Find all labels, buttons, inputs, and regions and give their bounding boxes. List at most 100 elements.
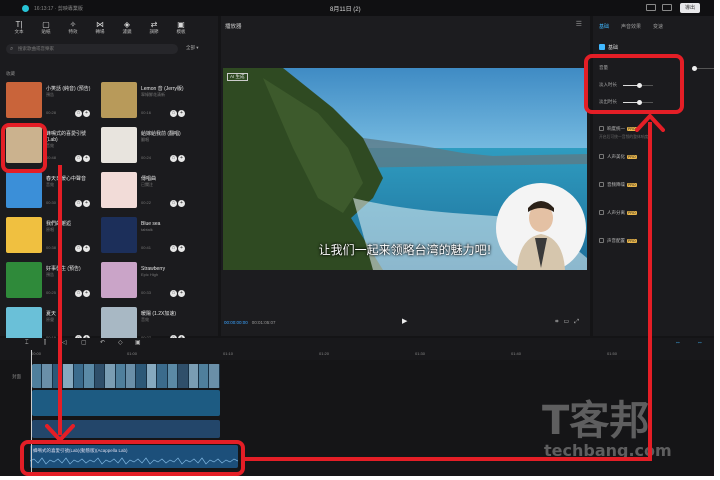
media-info: 好事發生 (預告) 預告 00:25 ☆ + bbox=[46, 266, 94, 297]
add-icon[interactable]: + bbox=[83, 200, 90, 207]
favorite-icon[interactable]: ☆ bbox=[75, 290, 82, 297]
split-icon[interactable]: ⫿ bbox=[44, 340, 46, 347]
delete-icon[interactable]: ▢ bbox=[81, 340, 87, 347]
basic-label: 基础 bbox=[608, 45, 619, 51]
add-icon[interactable]: + bbox=[178, 245, 185, 252]
media-info: 暖陽 (1.2X加速)音效00:27☆+ bbox=[141, 311, 189, 342]
tool-1[interactable]: ▢ 貼紙 bbox=[37, 20, 55, 35]
techbang-logo: T客邦 techbang.com bbox=[542, 398, 672, 460]
media-item[interactable]: Lemon 音 (Jerry版) 翠綠鮮花清新 00:16 ☆ + bbox=[101, 82, 191, 120]
option-row[interactable]: 响度统一 PRO bbox=[599, 126, 637, 132]
favorite-icon[interactable]: ☆ bbox=[170, 110, 177, 117]
tool-icon: ▢ bbox=[42, 19, 50, 29]
favorite-icon[interactable]: ☆ bbox=[75, 110, 82, 117]
checkbox-icon[interactable] bbox=[599, 238, 604, 243]
media-thumbnail bbox=[101, 217, 137, 253]
shield-icon[interactable]: ◇ bbox=[118, 340, 123, 347]
media-actions: ☆+ bbox=[169, 109, 185, 117]
media-item[interactable]: 傳唱曲 已關注 00:22 ☆ + bbox=[101, 172, 191, 210]
export-button[interactable]: 導出 bbox=[680, 3, 700, 13]
option-row[interactable]: 音频降噪 PRO bbox=[599, 182, 637, 188]
media-item[interactable]: 我們的邂逅原唱00:38☆+ bbox=[6, 217, 96, 255]
shortcut-icon[interactable] bbox=[662, 4, 672, 11]
add-icon[interactable]: + bbox=[178, 110, 185, 117]
menu-icon[interactable]: ☰ bbox=[576, 20, 582, 28]
media-item[interactable]: Blue sea tabtalk 00:41 ☆ + bbox=[101, 217, 191, 255]
search-input[interactable]: ⌕ 搜索歌曲或音樂家 bbox=[6, 44, 178, 54]
favorite-icon[interactable]: ☆ bbox=[75, 200, 82, 207]
option-row[interactable]: 人声美化 PRO bbox=[599, 154, 637, 160]
video-frame bbox=[178, 364, 189, 388]
add-icon[interactable]: + bbox=[83, 110, 90, 117]
add-icon[interactable]: + bbox=[83, 245, 90, 252]
add-icon[interactable]: + bbox=[178, 155, 185, 162]
tool-5[interactable]: ⇄ 調節 bbox=[145, 20, 163, 35]
media-info: 給嫁給我前 (翻唱) 翻唱 00:24 ☆ + bbox=[141, 131, 189, 162]
media-duration: 00:33 bbox=[141, 290, 152, 295]
tab-basic[interactable]: 基础 bbox=[599, 24, 609, 30]
image-icon[interactable]: ▣ bbox=[135, 340, 141, 347]
media-item[interactable]: 小笑話 (純音) (預告) 預告 00:28 ☆ + bbox=[6, 82, 96, 120]
add-icon[interactable]: + bbox=[178, 290, 185, 297]
snap-icon[interactable]: ⇔ bbox=[697, 340, 703, 347]
checkbox-icon[interactable] bbox=[599, 126, 604, 131]
favorite-icon[interactable]: ☆ bbox=[75, 245, 82, 252]
video-frame bbox=[136, 364, 147, 388]
arrow-line-up bbox=[648, 122, 652, 461]
landscape-image bbox=[223, 68, 587, 270]
ruler-tick: 01:50 bbox=[607, 351, 618, 356]
option-row[interactable]: 声音配置 PRO bbox=[599, 238, 637, 244]
media-duration: 00:25 bbox=[46, 290, 57, 295]
media-artist: 音效 bbox=[46, 182, 54, 187]
add-icon[interactable]: + bbox=[83, 290, 90, 297]
select-icon[interactable]: ⌶ bbox=[25, 340, 29, 347]
tool-6[interactable]: ▣ 模板 bbox=[172, 20, 190, 35]
play-button[interactable]: ▶ bbox=[402, 318, 407, 325]
tab-sound-effects[interactable]: 声音效果 bbox=[621, 24, 641, 30]
undo-icon[interactable]: ↶ bbox=[100, 340, 105, 347]
tool-2[interactable]: ✧ 特效 bbox=[64, 20, 82, 35]
media-item[interactable]: Strawberry Epic High 00:33 ☆ + bbox=[101, 262, 191, 300]
favorite-icon[interactable]: ☆ bbox=[170, 155, 177, 162]
filter-button[interactable]: 全部 ▾ bbox=[186, 45, 199, 51]
link-icon[interactable]: ⇔ bbox=[675, 340, 681, 347]
app-logo-icon bbox=[22, 4, 29, 12]
tool-0[interactable]: T| 文本 bbox=[10, 20, 28, 35]
tool-4[interactable]: ◈ 濾鏡 bbox=[118, 20, 136, 35]
filter-label: 全部 bbox=[186, 45, 195, 50]
checkbox-icon[interactable] bbox=[599, 210, 604, 215]
split-left-icon[interactable]: ◁ bbox=[62, 340, 67, 347]
media-item[interactable]: 給嫁給我前 (翻唱) 翻唱 00:24 ☆ + bbox=[101, 127, 191, 165]
option-row[interactable]: 人声分离 PRO bbox=[599, 210, 637, 216]
favorite-icon[interactable]: ☆ bbox=[75, 155, 82, 162]
media-thumbnail bbox=[6, 217, 42, 253]
crop-icon[interactable]: ⌗ bbox=[555, 319, 563, 325]
media-item[interactable]: 春天日暖心中聲音 音效 00:30 ☆ + bbox=[6, 172, 96, 210]
media-duration: 00:24 bbox=[141, 155, 152, 160]
layout-icon[interactable] bbox=[646, 4, 656, 11]
media-artist: 已關注 bbox=[141, 182, 153, 187]
add-icon[interactable]: + bbox=[83, 155, 90, 162]
media-actions: ☆+ bbox=[169, 289, 185, 297]
tab-speed[interactable]: 变速 bbox=[653, 24, 663, 30]
volume-slider[interactable] bbox=[691, 66, 714, 71]
media-panel: ⌕ 搜索歌曲或音樂家 全部 ▾ 收藏 小笑話 (純音) (預告) 預告 00:28 ☆… bbox=[0, 38, 218, 343]
volume-knob[interactable] bbox=[691, 66, 697, 71]
favorite-icon[interactable]: ☆ bbox=[170, 245, 177, 252]
property-tabs: 基础 声音效果 变速 bbox=[599, 23, 675, 30]
basic-toggle[interactable]: 基础 bbox=[599, 44, 618, 51]
add-icon[interactable]: + bbox=[178, 200, 185, 207]
media-thumbnail bbox=[6, 172, 42, 208]
ratio-icon[interactable]: ▭ bbox=[564, 319, 575, 325]
checkbox-icon[interactable] bbox=[599, 182, 604, 187]
cover-label[interactable]: 封面 bbox=[12, 374, 21, 380]
favorite-icon[interactable]: ☆ bbox=[170, 290, 177, 297]
checkbox-icon[interactable] bbox=[599, 154, 604, 159]
favorite-icon[interactable]: ☆ bbox=[170, 200, 177, 207]
tool-3[interactable]: ⋈ 轉場 bbox=[91, 20, 109, 35]
media-item[interactable]: 好事發生 (預告) 預告 00:25 ☆ + bbox=[6, 262, 96, 300]
fullscreen-icon[interactable]: ⤢ bbox=[574, 319, 584, 325]
ruler-tick: 01:30 bbox=[415, 351, 426, 356]
right-margin bbox=[714, 0, 720, 480]
ruler-tick: 01:20 bbox=[319, 351, 330, 356]
